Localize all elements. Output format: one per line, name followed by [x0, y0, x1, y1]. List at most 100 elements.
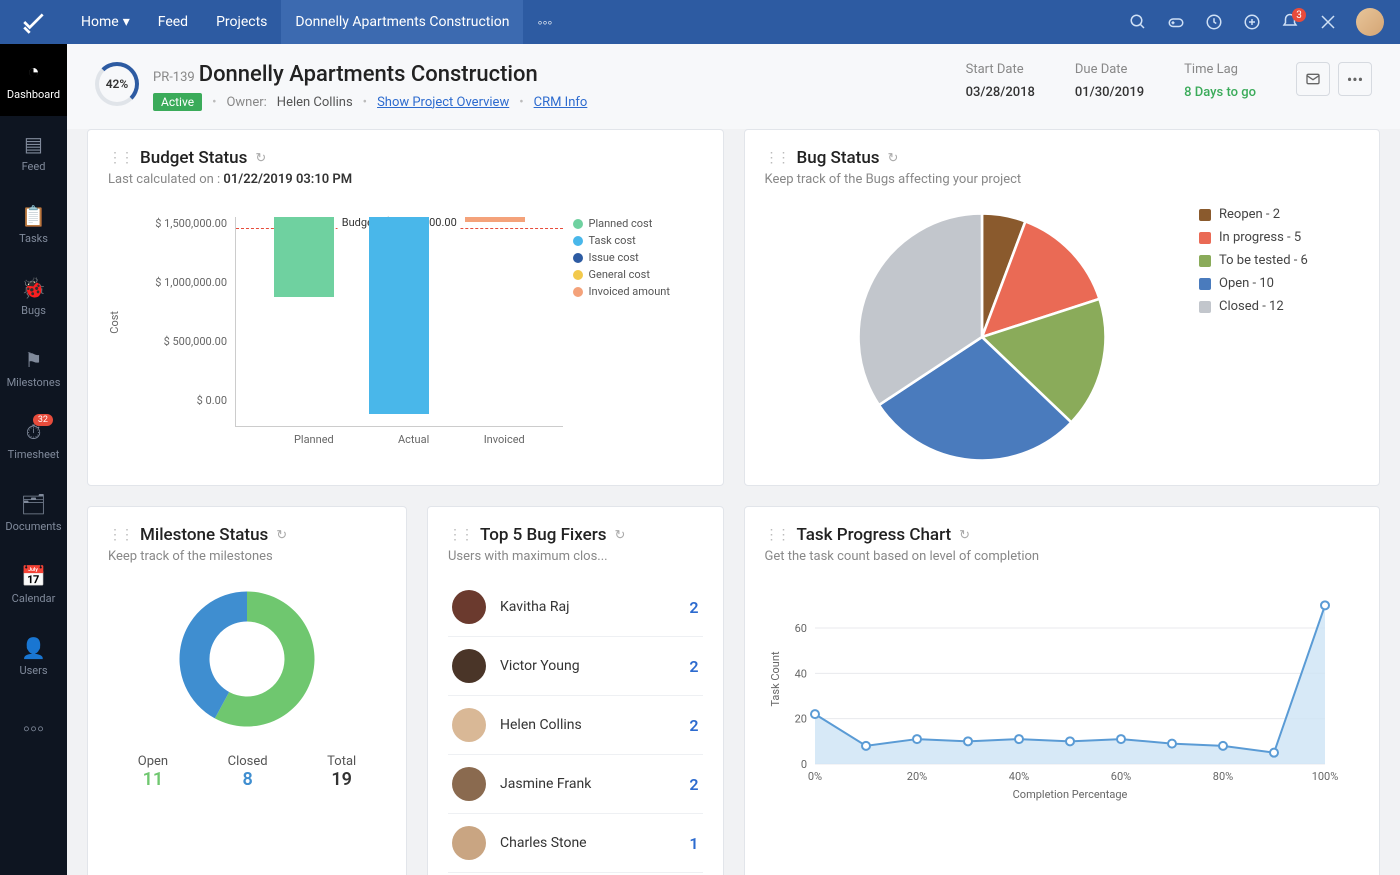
svg-text:20: 20: [794, 713, 806, 726]
sidebar-item-label: Feed: [22, 160, 46, 173]
fixer-row[interactable]: Jasmine Frank2: [448, 755, 703, 814]
sidebar-item-users[interactable]: 👤 Users: [0, 620, 67, 692]
nav-item-feed[interactable]: Feed: [144, 0, 202, 44]
fixers-list: Kavitha Raj2Victor Young2Helen Collins2J…: [448, 578, 703, 873]
project-header: 42% PR-139 Donnelly Apartments Construct…: [67, 44, 1400, 129]
fixer-row[interactable]: Kavitha Raj2: [448, 578, 703, 637]
app-logo[interactable]: [0, 9, 67, 35]
legend-label: Reopen - 2: [1219, 207, 1280, 222]
svg-text:60: 60: [794, 622, 806, 635]
sidebar-item-timesheet[interactable]: ⏱Timesheet32: [0, 404, 67, 476]
user-avatar: [452, 708, 486, 742]
refresh-icon[interactable]: ↻: [615, 528, 626, 543]
fixer-name: Kavitha Raj: [500, 599, 689, 615]
legend-label: Closed - 12: [1219, 299, 1284, 314]
card-subtitle: Keep track of the milestones: [108, 549, 386, 564]
settings-icon[interactable]: [1318, 12, 1338, 32]
documents-icon: 🗂: [21, 492, 46, 516]
crm-info-link[interactable]: CRM Info: [534, 95, 588, 110]
add-icon[interactable]: [1242, 12, 1262, 32]
budget-bar-chart: Budget - $ 1,600,000.00PlannedActualInvo…: [235, 217, 563, 427]
sidebar-item-bugs[interactable]: 🐞Bugs: [0, 260, 67, 332]
mail-button[interactable]: [1296, 62, 1330, 96]
status-badge: Active: [153, 93, 202, 111]
card-title: Task Progress Chart: [797, 525, 952, 545]
bug-legend: Reopen - 2In progress - 5To be tested - …: [1199, 207, 1359, 467]
sidebar-item-feed[interactable]: ▤ Feed: [0, 116, 67, 188]
search-icon[interactable]: [1128, 12, 1148, 32]
drag-handle-icon[interactable]: ⋮⋮: [765, 150, 789, 166]
budget-bar-planned: [274, 217, 334, 297]
drag-handle-icon[interactable]: ⋮⋮: [108, 527, 132, 543]
sidebar-item-label: Milestones: [7, 376, 61, 389]
nav-item-projects[interactable]: Projects: [202, 0, 281, 44]
y-axis-ticks: $ 1,500,000.00$ 1,000,000.00$ 500,000.00…: [125, 217, 235, 427]
sidebar-item-documents[interactable]: 🗂 Documents: [0, 476, 67, 548]
refresh-icon[interactable]: ↻: [276, 528, 287, 543]
refresh-icon[interactable]: ↻: [888, 151, 899, 166]
ms-closed-label: Closed: [228, 754, 268, 769]
svg-text:0: 0: [800, 758, 806, 771]
time-lag-label: Time Lag: [1184, 62, 1256, 77]
more-actions-button[interactable]: •••: [1338, 62, 1372, 96]
drag-handle-icon[interactable]: ⋮⋮: [765, 527, 789, 543]
sidebar-more[interactable]: ◦◦◦: [0, 692, 67, 764]
drag-handle-icon[interactable]: ⋮⋮: [448, 527, 472, 543]
feed-icon: ▤: [24, 132, 43, 156]
sidebar-item-dashboard[interactable]: ◔Dashboard: [0, 44, 67, 116]
sidebar-item-calendar[interactable]: 📅Calendar: [0, 548, 67, 620]
time-lag-value: 8 Days to go: [1184, 85, 1256, 100]
drag-handle-icon[interactable]: ⋮⋮: [108, 150, 132, 166]
refresh-icon[interactable]: ↻: [959, 528, 970, 543]
sidebar-item-label: Users: [19, 664, 47, 677]
task-progress-card: ⋮⋮ Task Progress Chart ↻ Get the task co…: [744, 506, 1381, 875]
budget-bar-invoiced: [465, 217, 525, 222]
game-icon[interactable]: [1166, 12, 1186, 32]
fixer-row[interactable]: Victor Young2: [448, 637, 703, 696]
user-avatar: [452, 826, 486, 860]
legend-label: Task cost: [589, 234, 636, 247]
sidebar: ◔Dashboard ▤ Feed 📋Tasks🐞Bugs⚑Milestones⏱Ti…: [0, 44, 67, 875]
project-overview-link[interactable]: Show Project Overview: [377, 95, 509, 110]
legend-label: Planned cost: [589, 217, 653, 230]
ms-total-value: 19: [327, 769, 356, 790]
svg-text:40%: 40%: [1008, 770, 1028, 783]
card-title: Budget Status: [140, 148, 247, 168]
nav-item-home[interactable]: Home ▾: [67, 0, 144, 44]
sidebar-item-label: Bugs: [21, 304, 46, 317]
start-date-label: Start Date: [966, 62, 1035, 77]
legend-label: Invoiced amount: [589, 285, 670, 298]
notification-badge: 3: [1292, 8, 1306, 22]
sidebar-item-label: Dashboard: [7, 88, 60, 101]
bar-label: Planned: [294, 433, 334, 446]
sidebar-item-milestones[interactable]: ⚑Milestones: [0, 332, 67, 404]
fixer-row[interactable]: Charles Stone1: [448, 814, 703, 873]
sidebar-item-tasks[interactable]: 📋Tasks: [0, 188, 67, 260]
user-avatar[interactable]: [1356, 8, 1384, 36]
budget-legend: Planned costTask costIssue costGeneral c…: [563, 217, 703, 427]
milestone-donut-chart: [172, 584, 322, 734]
top-nav: Home ▾FeedProjectsDonnelly Apartments Co…: [67, 0, 523, 44]
top-bug-fixers-card: ⋮⋮ Top 5 Bug Fixers ↻ Users with maximum…: [427, 506, 724, 875]
sidebar-item-label: Calendar: [12, 592, 56, 605]
legend-label: To be tested - 6: [1219, 253, 1308, 268]
nav-item-donnelly-apartments-construction[interactable]: Donnelly Apartments Construction: [281, 0, 523, 44]
project-id: PR-139: [153, 70, 195, 85]
project-title: Donnelly Apartments Construction: [199, 62, 538, 87]
svg-text:60%: 60%: [1110, 770, 1130, 783]
clock-icon[interactable]: [1204, 12, 1224, 32]
fixer-count: 2: [689, 775, 698, 794]
sidebar-item-label: Documents: [5, 520, 61, 533]
users-icon: 👤: [21, 636, 46, 660]
ms-closed-value: 8: [228, 769, 268, 790]
bell-icon[interactable]: 3: [1280, 12, 1300, 32]
bug-status-card: ⋮⋮ Bug Status ↻ Keep track of the Bugs a…: [744, 129, 1381, 486]
svg-text:Completion Percentage: Completion Percentage: [1012, 788, 1127, 801]
svg-text:80%: 80%: [1212, 770, 1232, 783]
fixer-row[interactable]: Helen Collins2: [448, 696, 703, 755]
refresh-icon[interactable]: ↻: [255, 151, 266, 166]
owner-name: Helen Collins: [277, 95, 353, 110]
tasks-icon: 📋: [21, 204, 46, 228]
budget-bar-actual: [369, 217, 429, 414]
nav-more-icon[interactable]: ◦◦◦: [523, 14, 566, 31]
